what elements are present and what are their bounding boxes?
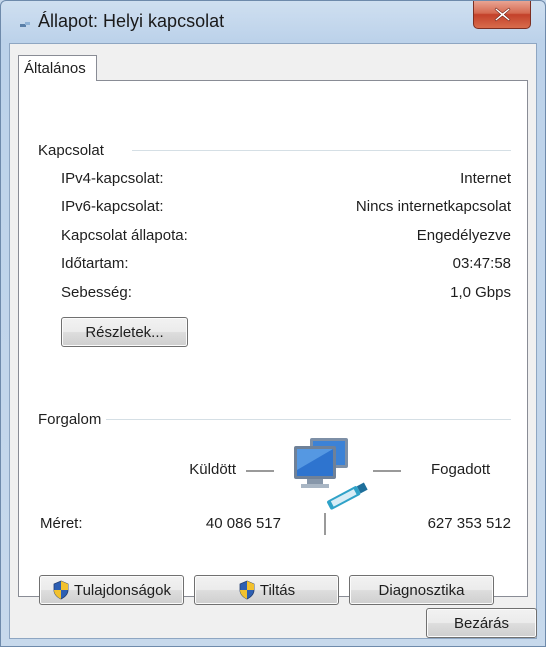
- speed-label: Sebesség:: [61, 284, 132, 301]
- tab-general[interactable]: Általános: [18, 55, 97, 81]
- duration-label: Időtartam:: [61, 255, 129, 272]
- connection-group-label: Kapcsolat: [38, 142, 104, 159]
- ipv6-value: Nincs internetkapcsolat: [355, 198, 511, 215]
- duration-value: 03:47:58: [452, 255, 511, 272]
- status-window: Állapot: Helyi kapcsolat Általános Kapcs…: [0, 0, 546, 647]
- window-title: Állapot: Helyi kapcsolat: [38, 11, 225, 31]
- dialog-client-area: Általános Kapcsolat IPv4-kapcsolat: Inte…: [9, 43, 537, 639]
- media-state-label: Kapcsolat állapota:: [61, 227, 188, 244]
- close-button[interactable]: Bezárás: [426, 608, 537, 638]
- sent-bytes-value: 40 086 517: [205, 515, 281, 532]
- ipv6-label: IPv6-kapcsolat:: [61, 198, 164, 215]
- disable-button-label: Tiltás: [259, 581, 296, 599]
- connection-group-divider: [132, 150, 511, 151]
- sent-connector: [246, 470, 274, 472]
- size-label: Méret:: [40, 515, 83, 532]
- close-window-button[interactable]: [473, 1, 531, 29]
- sent-label: Küldött: [189, 461, 236, 478]
- media-state-value: Engedélyezve: [416, 227, 511, 244]
- activity-group-label: Forgalom: [38, 411, 102, 428]
- speed-value: 1,0 Gbps: [450, 284, 511, 301]
- network-connection-icon: [20, 22, 30, 27]
- properties-button-label: Tulajdonságok: [73, 581, 171, 599]
- bytes-divider: [324, 513, 326, 535]
- network-computers-icon: [294, 438, 368, 510]
- received-connector: [373, 470, 401, 472]
- close-icon: [494, 7, 511, 22]
- received-bytes-value: 627 353 512: [427, 515, 511, 532]
- uac-shield-icon: [53, 580, 69, 600]
- properties-button[interactable]: Tulajdonságok: [39, 575, 184, 605]
- uac-shield-icon: [239, 580, 255, 600]
- disable-button[interactable]: Tiltás: [194, 575, 339, 605]
- received-label: Fogadott: [431, 461, 491, 478]
- activity-group-divider: [106, 419, 511, 420]
- details-button[interactable]: Részletek...: [61, 317, 188, 347]
- titlebar[interactable]: Állapot: Helyi kapcsolat: [1, 1, 545, 39]
- general-tab-panel: Kapcsolat IPv4-kapcsolat: Internet IPv6-…: [18, 80, 528, 605]
- ipv4-value: Internet: [460, 170, 511, 187]
- diagnose-button[interactable]: Diagnosztika: [349, 575, 494, 605]
- ipv4-label: IPv4-kapcsolat:: [61, 170, 164, 187]
